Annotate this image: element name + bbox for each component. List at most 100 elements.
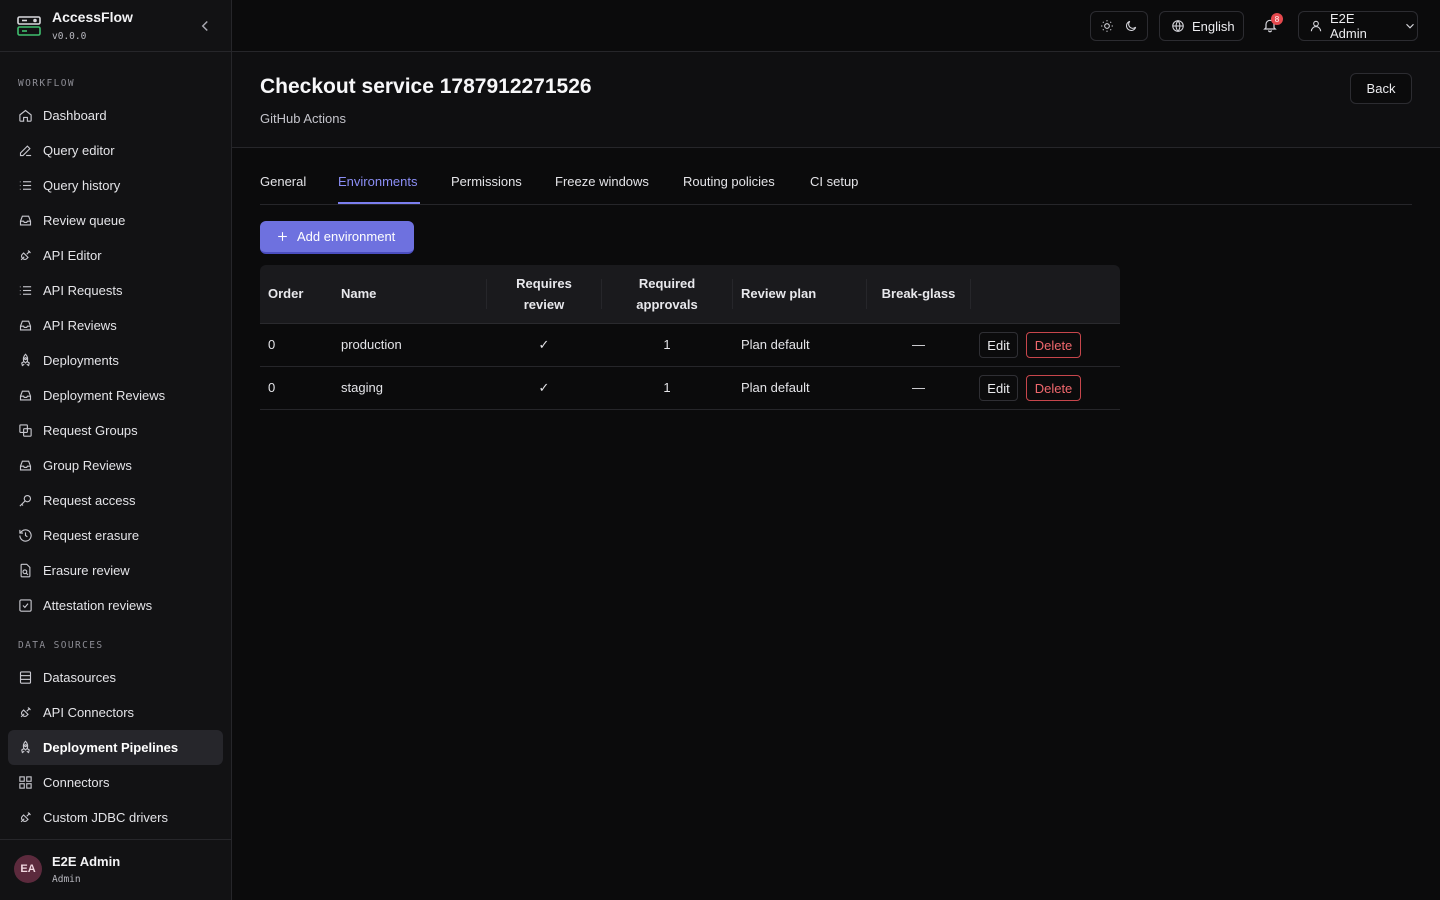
section-label-workflow: WORKFLOW [18,78,75,89]
sidebar-item-api-reviews[interactable]: API Reviews [8,308,223,343]
language-selector[interactable]: English [1159,11,1244,41]
header-name: Name [341,286,377,301]
sidebar-item-deployment-reviews[interactable]: Deployment Reviews [8,378,223,413]
key-icon [18,493,33,508]
collapse-sidebar-chevron-icon[interactable] [196,17,214,35]
inbox-icon [18,458,33,473]
tab-ci-setup[interactable]: CI setup [810,174,858,189]
sidebar-item-attestation-reviews[interactable]: Attestation reviews [8,588,223,623]
delete-button[interactable]: Delete [1026,332,1081,358]
inbox-icon [18,318,33,333]
table-row: 0 production ✓ 1 Plan default — Edit Del… [260,324,1120,367]
user-icon [1309,19,1323,33]
table-row: 0 staging ✓ 1 Plan default — Edit Delete [260,367,1120,410]
file-search-icon [18,563,33,578]
sidebar-item-connectors[interactable]: Connectors [8,765,223,800]
edit-button[interactable]: Edit [979,375,1018,401]
sidebar-item-datasources[interactable]: Datasources [8,660,223,695]
active-tab-indicator [338,202,420,204]
plug-icon [18,705,33,720]
chevron-down-icon [1403,19,1417,33]
globe-icon [1171,19,1185,33]
edit-button[interactable]: Edit [979,332,1018,358]
sidebar-item-label: API Editor [43,248,102,263]
cell-required-approvals: 1 [663,380,671,395]
check-icon: ✓ [538,337,550,352]
sidebar-item-label: Review queue [43,213,126,228]
sidebar-item-label: Deployment Reviews [43,388,166,403]
cell-name: production [341,337,402,352]
back-button[interactable]: Back [1350,73,1412,104]
plug-icon [18,810,33,825]
sidebar-item-erasure-review[interactable]: Erasure review [8,553,223,588]
sidebar-item-label: Deployment Pipelines [43,740,179,755]
brand-header: AccessFlow v0.0.0 [0,0,232,52]
delete-button[interactable]: Delete [1026,375,1081,401]
cell-name: staging [341,380,383,395]
add-environment-label: Add environment [297,229,396,244]
sidebar-item-api-editor[interactable]: API Editor [8,238,223,273]
sun-icon[interactable] [1100,19,1114,33]
header-required-approvals: Required approvals [602,273,732,315]
sidebar-item-request-access[interactable]: Request access [8,483,223,518]
sidebar-item-request-groups[interactable]: Request Groups [8,413,223,448]
sidebar-item-label: Deployments [43,353,119,368]
history-icon [18,528,33,543]
header-break-glass: Break-glass [881,286,956,301]
sidebar-user-card[interactable]: EA E2E Admin Admin [0,839,232,900]
sidebar-item-query-history[interactable]: Query history [8,168,223,203]
inbox-icon [18,213,33,228]
tab-general[interactable]: General [260,174,306,189]
sidebar-item-api-requests[interactable]: API Requests [8,273,223,308]
cell-break-glass: — [912,380,925,395]
user-menu-button[interactable]: E2E Admin [1298,11,1418,41]
add-environment-button[interactable]: Add environment [260,221,414,254]
notification-badge: 8 [1271,13,1283,25]
database-icon [18,670,33,685]
sidebar-item-api-connectors[interactable]: API Connectors [8,695,223,730]
sidebar-item-deployment-pipelines[interactable]: Deployment Pipelines [8,730,223,765]
sidebar-item-review-queue[interactable]: Review queue [8,203,223,238]
sidebar-item-query-editor[interactable]: Query editor [8,133,223,168]
tab-bar: General Environments Permissions Freeze … [260,148,1412,205]
sidebar-item-label: Request access [43,493,136,508]
cell-review-plan: Plan default [741,380,810,395]
moon-icon[interactable] [1124,19,1138,33]
sidebar-item-label: Custom JDBC drivers [43,810,168,825]
sidebar-item-label: Group Reviews [43,458,132,473]
tab-permissions[interactable]: Permissions [451,174,522,189]
pencil-icon [18,143,33,158]
section-label-data-sources: DATA SOURCES [18,640,104,651]
sidebar-item-custom-jdbc-drivers[interactable]: Custom JDBC drivers [8,800,223,835]
header-requires-review: Requires review [487,273,601,315]
check-square-icon [18,598,33,613]
sidebar-item-label: Datasources [43,670,116,685]
plug-icon [18,248,33,263]
tab-routing-policies[interactable]: Routing policies [683,174,775,189]
sidebar-item-label: Request Groups [43,423,138,438]
sidebar-item-label: Erasure review [43,563,130,578]
accessflow-logo-icon [17,16,41,36]
column-separator [970,279,971,309]
rocket-icon [18,353,33,368]
page-subtitle: GitHub Actions [260,111,346,126]
cell-review-plan: Plan default [741,337,810,352]
sidebar-item-deployments[interactable]: Deployments [8,343,223,378]
app-name: AccessFlow [52,9,133,25]
tab-environments[interactable]: Environments [338,174,417,189]
tab-freeze-windows[interactable]: Freeze windows [555,174,649,189]
header-required-approvals-line2: approvals [636,297,698,312]
column-separator [732,279,733,309]
cell-break-glass: — [912,337,925,352]
check-icon: ✓ [538,380,550,395]
list-icon [18,178,33,193]
sidebar: AccessFlow v0.0.0 WORKFLOW Dashboard Que… [0,0,232,900]
sidebar-item-group-reviews[interactable]: Group Reviews [8,448,223,483]
page-title: Checkout service 1787912271526 [260,75,592,98]
sidebar-item-request-erasure[interactable]: Request erasure [8,518,223,553]
user-menu-label: E2E Admin [1330,11,1367,41]
list-icon [18,283,33,298]
cell-order: 0 [268,380,276,395]
inbox-icon [18,388,33,403]
sidebar-item-dashboard[interactable]: Dashboard [8,98,223,133]
